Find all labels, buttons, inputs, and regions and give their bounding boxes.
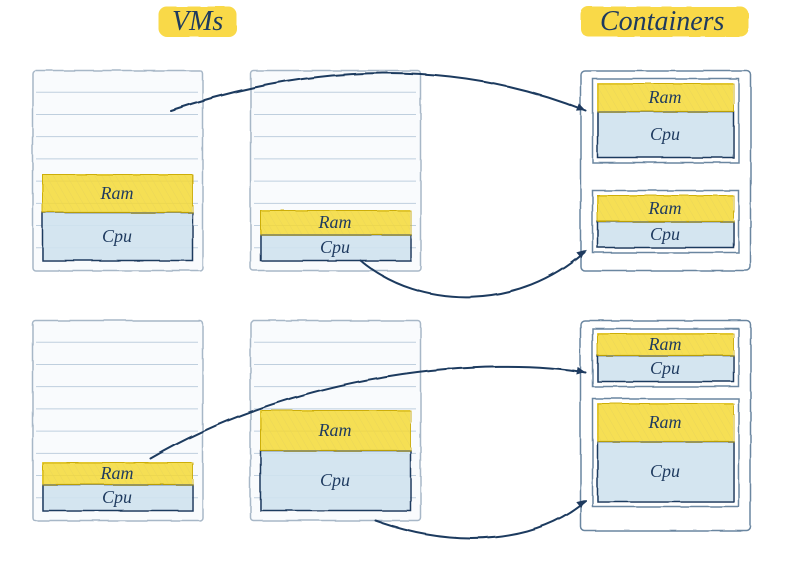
vm1: Cpu Ram (32, 70, 202, 270)
container-group-0: Cpu Ram Cpu Ram (580, 70, 750, 270)
cpu-label: Cpu (320, 470, 350, 490)
containers-group: Cpu Ram Cpu Ram Cpu Ram Cpu Ram (580, 70, 750, 530)
container-1-1: Cpu Ram (592, 398, 738, 506)
cpu-label: Cpu (102, 226, 132, 246)
containers-header: Containers (600, 6, 725, 37)
ram-label: Ram (100, 183, 134, 203)
ram-label: Ram (318, 420, 352, 440)
cpu-label: Cpu (650, 124, 680, 144)
vm3: Cpu Ram (32, 320, 202, 520)
container-0-0: Cpu Ram (592, 78, 738, 162)
cpu-label: Cpu (650, 461, 680, 481)
vms-group: Cpu Ram Cpu Ram Cpu Ram Cpu Ram (32, 70, 420, 520)
cpu-label: Cpu (650, 224, 680, 244)
container-1-0: Cpu Ram (592, 328, 738, 386)
vm4: Cpu Ram (250, 320, 420, 520)
vms-header: VMs (172, 6, 223, 37)
ram-label: Ram (648, 87, 682, 107)
ram-label: Ram (318, 212, 352, 232)
vm2: Cpu Ram (250, 70, 420, 270)
cpu-label: Cpu (320, 237, 350, 257)
container-0-1: Cpu Ram (592, 190, 738, 252)
cpu-label: Cpu (102, 487, 132, 507)
ram-label: Ram (648, 412, 682, 432)
diagram-canvas: VMs Containers CpuRamCpuRamCpuRamCpuRam … (0, 0, 800, 588)
ram-label: Ram (648, 198, 682, 218)
container-group-1: Cpu Ram Cpu Ram (580, 320, 750, 530)
cpu-label: Cpu (650, 358, 680, 378)
ram-label: Ram (648, 334, 682, 354)
ram-label: Ram (100, 463, 134, 483)
